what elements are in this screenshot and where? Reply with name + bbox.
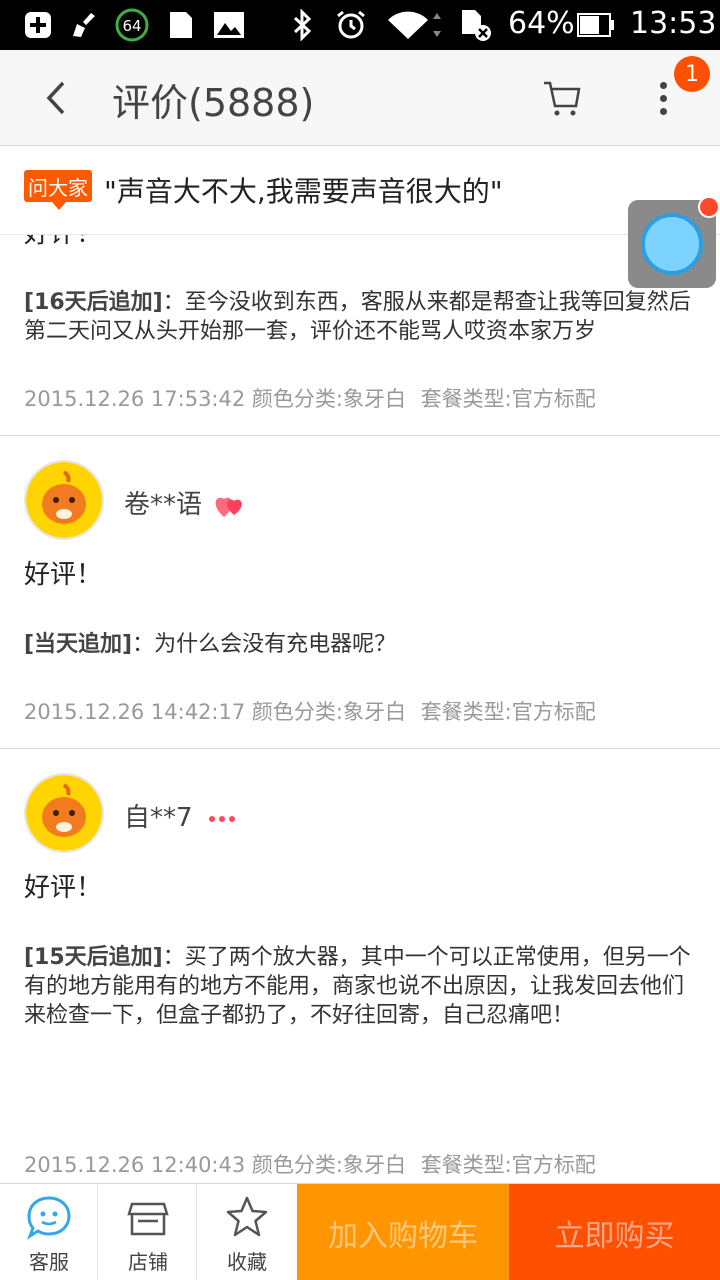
alarm-icon [334,9,368,41]
cart-icon [544,81,581,116]
page-title: 评价(5888) [112,81,315,125]
battery-percent: 64% [508,6,575,41]
append-tag: [16天后追加] [24,290,163,315]
service-label: 客服 [29,1250,69,1274]
append-tag: [当天追加] [24,632,133,657]
review-content: 好评！ [24,560,103,590]
review-append: [16天后追加]：至今没收到东西，客服从来都是帮查让我等回复然后第二天问又从头开… [24,288,704,346]
floating-notification-dot [698,196,720,218]
review-date: 2015.12.26 17:53:42 [24,387,246,411]
ask-everyone-bar[interactable]: 问大家 "声音大不大,我需要声音很大的" [0,146,720,235]
mascot-avatar-icon [26,775,102,851]
cart-button[interactable] [538,74,586,122]
review-content: 好评！ [24,235,102,250]
review-list[interactable]: 好评！ [16天后追加]：至今没收到东西，客服从来都是帮查让我等回复然后第二天问… [0,235,720,1183]
shop-label: 店铺 [128,1250,168,1274]
avatar[interactable] [24,773,104,853]
sim-off-icon [458,9,494,41]
review-username: 卷**语 [124,484,246,521]
battery-icon [576,9,616,41]
notification-badge: 1 [674,56,710,92]
avatar[interactable] [24,460,104,540]
review-date: 2015.12.26 14:42:17 [24,700,246,724]
review-date: 2015.12.26 12:40:43 [24,1153,246,1177]
review-item: 好评！ [16天后追加]：至今没收到东西，客服从来都是帮查让我等回复然后第二天问… [0,235,720,436]
chevron-left-icon [46,81,65,115]
assistant-bubble-icon [641,213,703,275]
review-color: 颜色分类:象牙白 [251,1153,406,1177]
ask-everyone-tag: 问大家 [24,170,92,210]
plus-box-icon [22,9,54,41]
back-button[interactable] [30,72,82,124]
review-append: [15天后追加]：买了两个放大器，其中一个可以正常使用，但另一个有的地方能用有的… [24,943,704,1030]
clock: 13:53 [630,6,717,41]
battery-circle-value: 64 [122,17,141,35]
wifi-icon [384,9,444,41]
review-package: 套餐类型:官方标配 [420,700,596,724]
favorite-button[interactable]: 收藏 [198,1184,296,1280]
small-hearts-level-icon [208,815,235,822]
review-meta: 2015.12.26 12:40:43 颜色分类:象牙白 套餐类型:官方标配 [24,1149,596,1179]
add-to-cart-button[interactable]: 加入购物车 [297,1184,509,1280]
mascot-avatar-icon [26,462,102,538]
review-color: 颜色分类:象牙白 [251,700,406,724]
star-icon [226,1196,268,1237]
bottom-action-bar: 客服 店铺 收藏 加入购物车 立即购买 [0,1183,720,1280]
buy-now-button[interactable]: 立即购买 [509,1184,720,1280]
image-icon [212,9,246,41]
review-color: 颜色分类:象牙白 [251,387,406,411]
more-vertical-icon [659,81,667,89]
review-item: 自**7 好评！ [15天后追加]：买了两个放大器，其中一个可以正常使用，但另一… [0,749,720,1183]
review-content: 好评！ [24,873,103,903]
header: 评价(5888) 1 [0,50,720,146]
review-meta: 2015.12.26 17:53:42 颜色分类:象牙白 套餐类型:官方标配 [24,383,596,413]
shop-button[interactable]: 店铺 [99,1184,197,1280]
ask-question[interactable]: "声音大不大,我需要声音很大的" [104,170,503,210]
service-button[interactable]: 客服 [0,1184,98,1280]
review-username: 自**7 [124,797,237,834]
append-text: ：为什么会没有充电器呢？ [132,632,397,657]
shop-icon [127,1202,169,1236]
append-tag: [15天后追加] [24,945,163,970]
broom-icon [68,9,100,41]
review-item: 卷**语 好评！ [当天追加]：为什么会没有充电器呢？ 2015.12.26 1… [0,436,720,749]
sd-card-icon [166,9,196,41]
review-append: [当天追加]：为什么会没有充电器呢？ [24,630,704,659]
circle-64-icon: 64 [114,8,150,42]
status-bar: 64 64% 13:53 [0,0,720,50]
heart-level-icon [215,497,243,517]
service-chat-icon [27,1196,71,1240]
review-package: 套餐类型:官方标配 [420,387,596,411]
review-package: 套餐类型:官方标配 [420,1153,596,1177]
review-meta: 2015.12.26 14:42:17 颜色分类:象牙白 套餐类型:官方标配 [24,696,596,726]
favorite-label: 收藏 [227,1250,267,1274]
bluetooth-icon [288,9,318,41]
